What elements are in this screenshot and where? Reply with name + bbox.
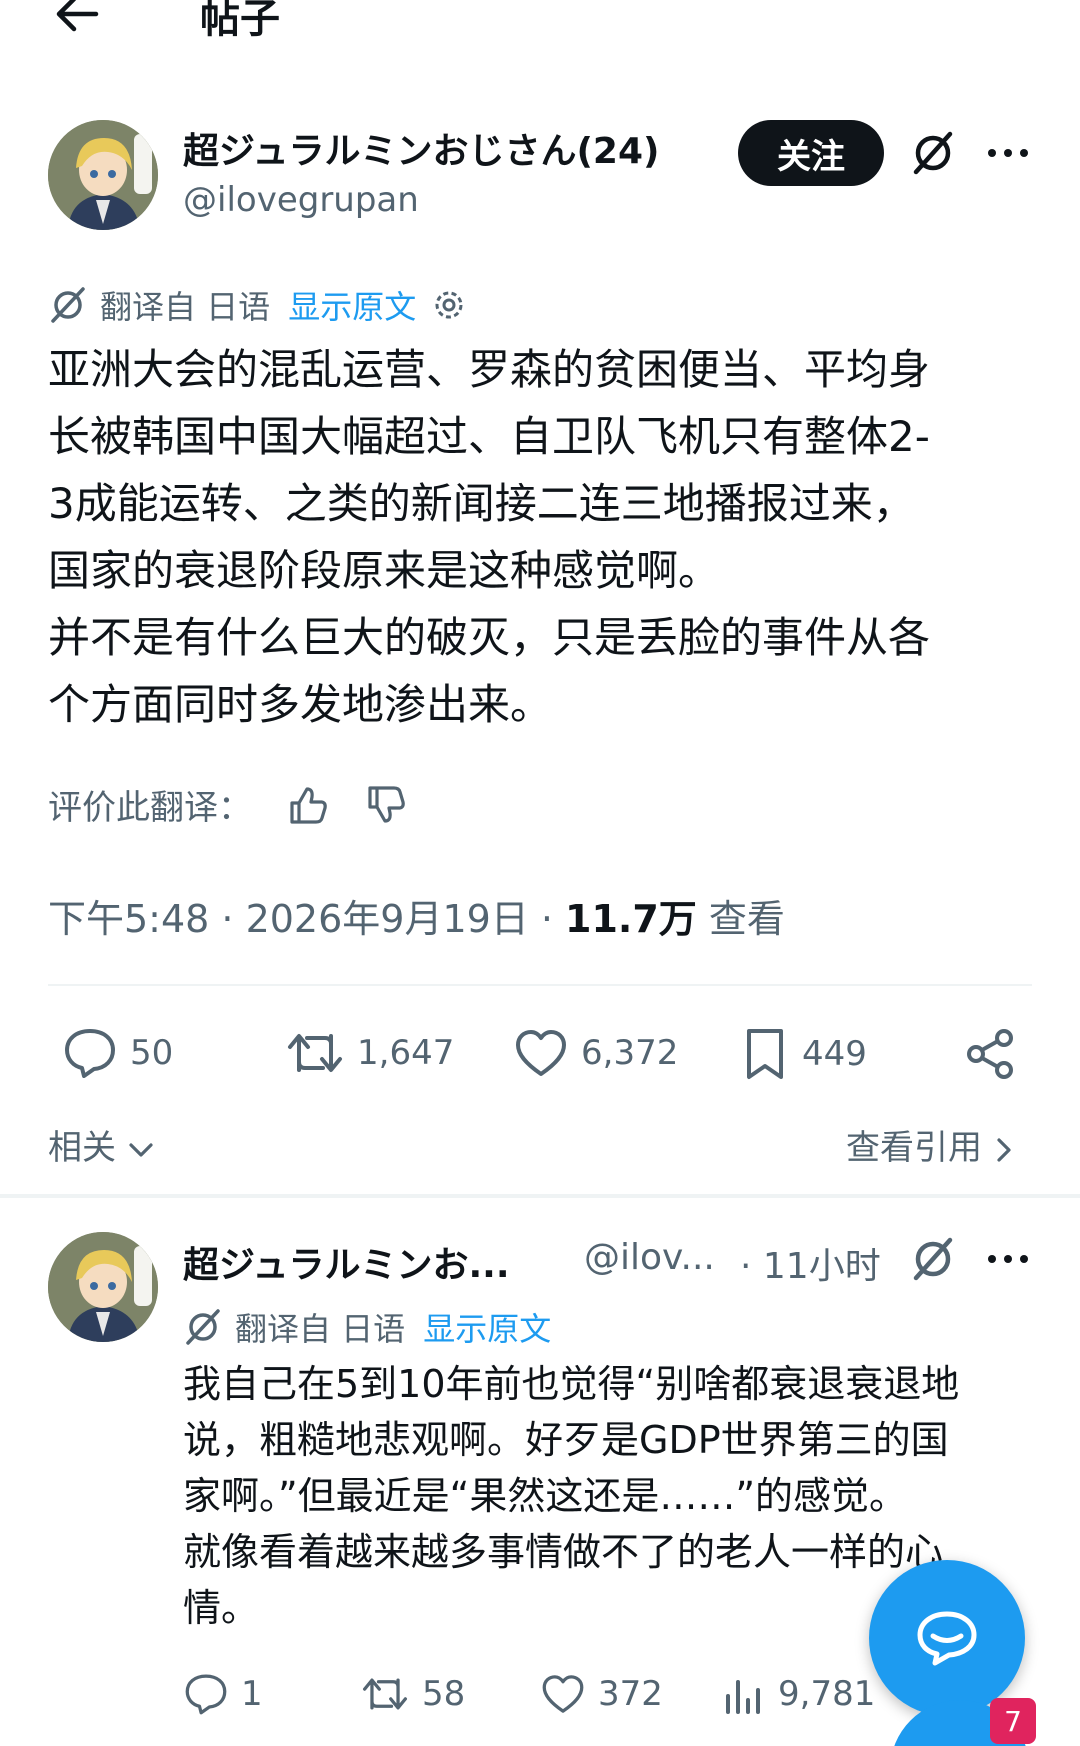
post-meta: 下午5:48 · 2026年9月19日 · 11.7万 查看 (48, 888, 785, 943)
post-text-line: 个方面同时多发地渗出来。 (48, 680, 553, 729)
bookmark-button[interactable]: 449 (740, 1026, 867, 1082)
post-text-line: 3成能运转、之类的新闻接二连三地播报过来， (48, 479, 915, 528)
reply-text-line: 家啊。”但最近是“果然这还是……”的感觉。 (183, 1474, 908, 1518)
divider (48, 984, 1032, 986)
repost-button[interactable]: 1,647 (285, 1026, 454, 1080)
repost-count: 58 (422, 1674, 466, 1714)
back-arrow-icon[interactable] (52, 0, 100, 34)
translation-label: 翻译自 日语 (235, 1310, 406, 1348)
translation-label: 翻译自 日语 (100, 288, 271, 326)
views-button[interactable]: 9,781 (722, 1672, 875, 1716)
show-original-link[interactable]: 显示原文 (423, 1304, 551, 1350)
compose-message-icon (917, 1611, 977, 1666)
like-button[interactable]: 372 (540, 1672, 663, 1716)
repost-icon (363, 1678, 407, 1710)
post-text-line: 长被韩国中国大幅超过、自卫队飞机只有整体2- (48, 412, 930, 461)
reply-author-name[interactable]: 超ジュラルミンお... (183, 1236, 510, 1288)
settings-icon[interactable] (430, 286, 468, 324)
more-icon[interactable] (986, 1249, 1030, 1269)
like-icon (516, 1030, 566, 1076)
top-bar: 帖子 (0, 0, 1080, 60)
bookmark-count: 449 (802, 1034, 867, 1074)
post-timestamp: 下午5:48 · 2026年9月19日 · (48, 897, 566, 941)
views-count[interactable]: 11.7万 (565, 897, 697, 941)
repost-icon (288, 1034, 342, 1072)
avatar[interactable] (48, 120, 158, 230)
translation-info: 翻译自 日语 显示原文 (48, 282, 468, 328)
page-title: 帖子 (200, 0, 280, 42)
related-label: 相关 (48, 1128, 116, 1168)
like-button[interactable]: 6,372 (513, 1026, 678, 1080)
reply-button[interactable]: 50 (62, 1026, 173, 1080)
reply-text-line: 我自己在5到10年前也觉得“别啥都衰退衰退地 (183, 1362, 960, 1406)
share-icon[interactable] (962, 1026, 1018, 1082)
rate-translation-label: 评价此翻译： (48, 788, 252, 828)
reply-count: 50 (130, 1033, 174, 1073)
grok-icon[interactable] (908, 128, 958, 178)
reply-text-line: 说，粗糙地悲观啊。好歹是GDP世界第三的国 (183, 1418, 949, 1462)
thumbs-down-icon[interactable] (364, 783, 408, 827)
like-count: 372 (598, 1674, 663, 1714)
related-toggle[interactable]: 相关 (48, 1120, 155, 1169)
view-quotes-label: 查看引用 (846, 1128, 982, 1168)
translate-icon (51, 287, 85, 323)
post-text-line: 并不是有什么巨大的破灭，只是丢脸的事件从各 (48, 613, 931, 662)
repost-count: 1,647 (357, 1033, 455, 1073)
more-icon[interactable] (986, 143, 1030, 163)
author-handle[interactable]: @ilovegrupan (183, 180, 419, 220)
views-icon (726, 1680, 760, 1714)
like-count: 6,372 (581, 1033, 679, 1073)
translate-icon (186, 1309, 220, 1345)
thumbs-up-icon[interactable] (286, 783, 330, 827)
reply-button[interactable]: 1 (183, 1672, 263, 1716)
post-text-line: 国家的衰退阶段原来是这种感觉啊。 (48, 546, 721, 595)
reply-translation-info: 翻译自 日语 显示原文 (183, 1304, 551, 1350)
compose-message-button[interactable] (869, 1560, 1025, 1716)
reply-icon (185, 1674, 227, 1715)
chevron-down-icon (129, 1142, 153, 1157)
notification-badge: 7 (990, 1698, 1036, 1744)
view-quotes-link[interactable]: 查看引用 (846, 1120, 1015, 1169)
grok-icon[interactable] (908, 1234, 958, 1284)
reply-time: · 11小时 (740, 1246, 881, 1287)
chevron-right-icon (997, 1137, 1011, 1162)
section-divider (0, 1194, 1080, 1198)
rate-translation: 评价此翻译： (48, 780, 408, 829)
follow-button[interactable]: 关注 (738, 120, 884, 186)
repost-button[interactable]: 58 (360, 1672, 465, 1716)
reply-count: 1 (241, 1674, 263, 1714)
post-text: 亚洲大会的混乱运营、罗森的贫困便当、平均身 长被韩国中国大幅超过、自卫队飞机只有… (48, 336, 1038, 738)
post-text-line: 亚洲大会的混乱运营、罗森的贫困便当、平均身 (48, 345, 931, 394)
reply-avatar[interactable] (48, 1232, 158, 1342)
reply-icon (65, 1029, 115, 1078)
show-original-link[interactable]: 显示原文 (288, 282, 416, 328)
bookmark-icon (747, 1029, 783, 1079)
reply-text-line: 就像看着越来越多事情做不了的老人一样的心 (183, 1530, 944, 1574)
reply-author-handle[interactable]: @ilov... (584, 1237, 715, 1278)
author-name[interactable]: 超ジュラルミンおじさん(24) (183, 122, 659, 174)
views-count: 9,781 (778, 1674, 876, 1714)
like-icon (542, 1675, 584, 1713)
views-label: 查看 (696, 897, 785, 941)
